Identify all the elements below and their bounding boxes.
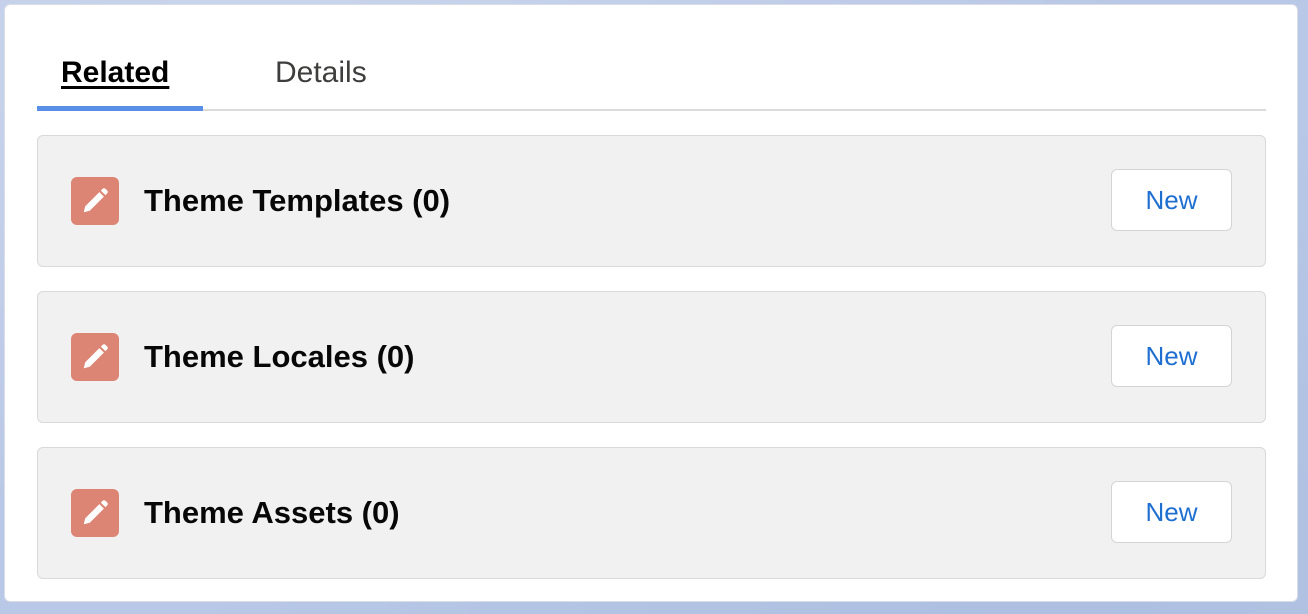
section-title: Theme Assets (0)	[144, 495, 400, 530]
new-theme-template-button[interactable]: New	[1111, 169, 1232, 231]
related-list-theme-locales: Theme Locales (0) New	[37, 291, 1266, 423]
section-title: Theme Templates (0)	[144, 183, 451, 218]
pencil-icon	[71, 177, 119, 225]
tab-details[interactable]: Details	[257, 39, 397, 111]
tab-details-label: Details	[275, 56, 367, 89]
new-theme-locale-button[interactable]: New	[1111, 325, 1232, 387]
tab-related-label: Related	[61, 56, 170, 89]
pencil-icon	[71, 333, 119, 381]
new-theme-asset-button[interactable]: New	[1111, 481, 1232, 543]
related-list-card: Related Details Theme Templates (0) New …	[4, 4, 1298, 602]
tab-related[interactable]: Related	[37, 39, 203, 111]
pencil-icon	[71, 489, 119, 537]
tab-bar: Related Details	[37, 39, 1266, 111]
related-list-theme-templates: Theme Templates (0) New	[37, 135, 1266, 267]
related-list-theme-assets: Theme Assets (0) New	[37, 447, 1266, 579]
section-title: Theme Locales (0)	[144, 339, 415, 374]
